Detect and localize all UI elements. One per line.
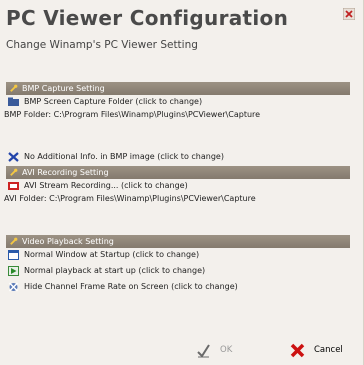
bmp-folder-row[interactable]: BMP Screen Capture Folder (click to chan… (8, 96, 352, 108)
record-icon (8, 182, 19, 190)
cross-icon (8, 152, 19, 162)
bmp-section-header: BMP Capture Setting (6, 82, 350, 95)
avi-status-row[interactable]: AVI Stream Recording... (click to change… (8, 180, 352, 192)
ok-button[interactable]: OK (196, 341, 256, 359)
config-dialog: PC Viewer Configuration Change Winamp's … (0, 0, 364, 365)
window-title: PC Viewer Configuration (6, 6, 289, 30)
playback-startup-label: Normal playback at start up (click to ch… (24, 266, 206, 275)
no-display-icon (8, 282, 19, 292)
avi-status-label: AVI Stream Recording... (click to change… (24, 181, 188, 190)
cancel-button[interactable]: Cancel (290, 341, 356, 359)
cancel-button-label: Cancel (314, 345, 343, 355)
wrench-icon (10, 84, 18, 92)
window-icon (8, 250, 19, 260)
wrench-icon (10, 168, 18, 176)
video-section-title: Video Playback Setting (22, 237, 114, 246)
avi-section-title: AVI Recording Setting (22, 168, 109, 177)
window-startup-row[interactable]: Normal Window at Startup (click to chang… (8, 249, 352, 261)
bmp-folder-label: BMP Screen Capture Folder (click to chan… (24, 97, 203, 106)
playback-startup-row[interactable]: Normal playback at start up (click to ch… (8, 265, 352, 277)
window-startup-label: Normal Window at Startup (click to chang… (24, 250, 200, 259)
avi-section-header: AVI Recording Setting (6, 166, 350, 179)
window-subtitle: Change Winamp's PC Viewer Setting (6, 39, 198, 51)
bmp-section-title: BMP Capture Setting (22, 84, 105, 93)
play-icon (8, 266, 19, 276)
frame-rate-row[interactable]: Hide Channel Frame Rate on Screen (click… (8, 281, 352, 293)
ok-button-label: OK (220, 345, 233, 355)
folder-icon (8, 97, 19, 106)
avi-folder-path: AVI Folder: C:\Program Files\Winamp\Plug… (4, 194, 256, 203)
checkmark-icon (197, 344, 210, 358)
close-icon[interactable] (343, 8, 355, 20)
frame-rate-label: Hide Channel Frame Rate on Screen (click… (24, 282, 238, 291)
bmp-additional-info-row[interactable]: No Additional Info. in BMP image (click … (8, 151, 352, 163)
video-section-header: Video Playback Setting (6, 235, 350, 248)
wrench-icon (10, 237, 18, 245)
bmp-additional-info-label: No Additional Info. in BMP image (click … (24, 152, 224, 161)
cancel-x-icon (290, 343, 305, 358)
bmp-folder-path: BMP Folder: C:\Program Files\Winamp\Plug… (4, 110, 261, 119)
